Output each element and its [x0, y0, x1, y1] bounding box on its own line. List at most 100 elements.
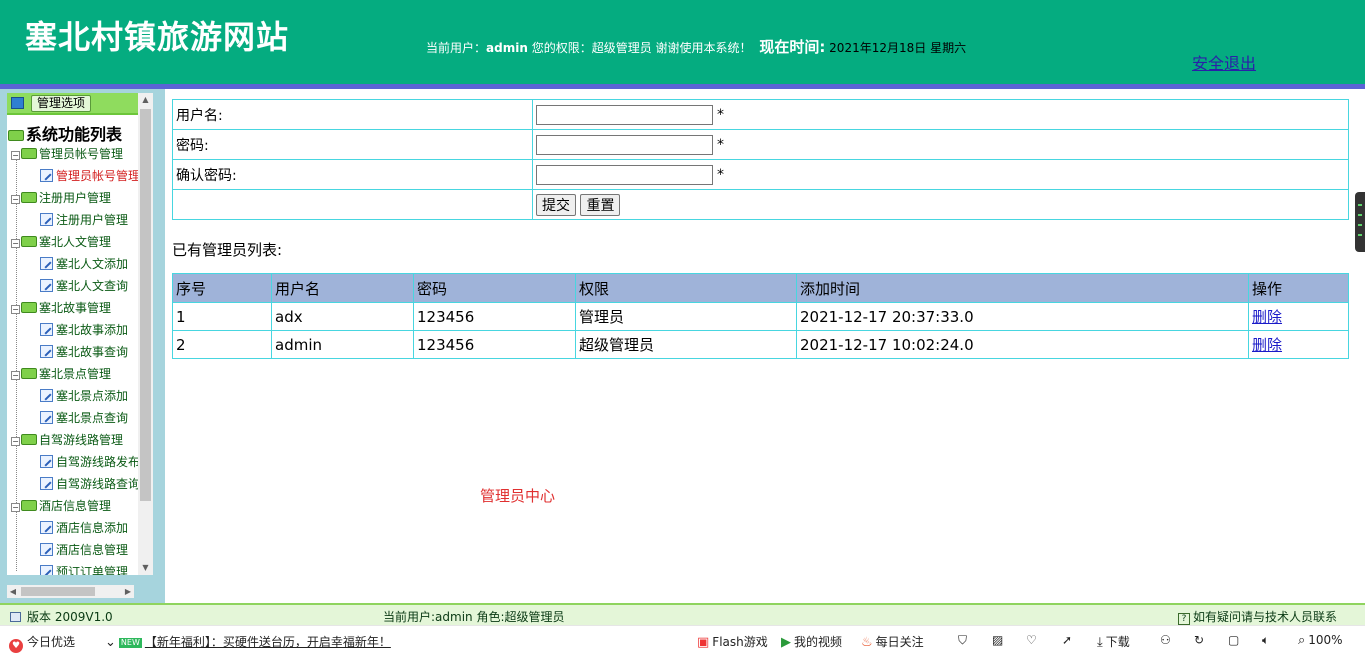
sidebar-horizontal-scrollbar[interactable]: ◀ ▶	[7, 585, 134, 598]
tree-item-story-query[interactable]: 塞北故事查询	[40, 343, 128, 360]
cell-actions: 删除	[1248, 330, 1349, 359]
tree-item-admin-accounts[interactable]: 管理员帐号管理	[40, 167, 138, 184]
rocket-icon[interactable]: ➚	[1062, 633, 1072, 647]
scroll-left-icon[interactable]: ◀	[7, 585, 19, 598]
news-ticker[interactable]: ⌄ NEW 【新年福利】：买硬件送台历，开启幸福新年！	[105, 633, 391, 650]
site-header: 塞北村镇旅游网站 当前用户：admin 您的权限：超级管理员 谢谢使用本系统！ …	[0, 0, 1365, 84]
zoom-value: 100%	[1308, 633, 1343, 647]
cell-password: 123456	[413, 302, 576, 331]
username-label: 用户名:	[172, 99, 533, 130]
refresh-icon[interactable]: ↻	[1194, 633, 1204, 647]
tree-item-registered-users[interactable]: 注册用户管理	[40, 211, 128, 228]
daily-follow[interactable]: ♨ 每日关注	[861, 633, 924, 650]
side-handle[interactable]	[1355, 192, 1365, 252]
status-bar: 版本 2009V1.0 当前用户:admin 角色:超级管理员 ? 如有疑问请与技…	[0, 603, 1365, 625]
folder-icon	[21, 148, 37, 159]
column-header: 序号	[172, 273, 272, 303]
sidebar-vertical-scrollbar[interactable]: ▲ ▼	[138, 93, 153, 575]
tree-item-label: 塞北故事查询	[56, 345, 129, 359]
tree-item-culture-query[interactable]: 塞北人文查询	[40, 277, 128, 294]
cell-username: adx	[271, 302, 414, 331]
chevron-down-icon: ⌄	[105, 635, 116, 650]
username-input[interactable]	[536, 104, 713, 125]
scroll-thumb[interactable]	[140, 109, 151, 501]
table-header-row: 序号 用户名 密码 权限 添加时间 操作	[172, 273, 1349, 303]
window-icon[interactable]: ▢	[1228, 633, 1239, 647]
tree-group-label: 酒店信息管理	[39, 499, 112, 513]
submit-button[interactable]: 提交	[536, 193, 576, 216]
tree-item-label: 注册用户管理	[56, 213, 129, 227]
manage-options-button[interactable]: 管理选项	[31, 95, 92, 112]
tree-item-scenic-add[interactable]: 塞北景点添加	[40, 387, 128, 404]
flash-games[interactable]: ▣ Flash游戏	[697, 633, 768, 650]
sidebar-header: 管理选项	[7, 93, 138, 115]
tree-group-route[interactable]: − 自驾游线路管理	[11, 431, 123, 448]
tree-item-culture-add[interactable]: 塞北人文添加	[40, 255, 128, 272]
scroll-right-icon[interactable]: ▶	[122, 585, 134, 598]
speaker-icon[interactable]: 🔈︎	[1262, 633, 1269, 648]
user-info: 当前用户：admin 您的权限：超级管理员 谢谢使用本系统！ 现在时间: 202…	[426, 36, 966, 57]
required-mark: *	[717, 166, 724, 183]
admin-list-table: 序号 用户名 密码 权限 添加时间 操作 1 adx 123456 管理员 20…	[172, 273, 1349, 359]
password-input[interactable]	[536, 134, 713, 155]
collapse-icon: −	[11, 305, 20, 314]
vr-icon[interactable]: ⚇	[1160, 633, 1171, 647]
sidebar: 管理选项 系统功能列表 − 管理员帐号管理 管理员帐号管理 − 注册用户管理 注册用…	[0, 89, 165, 603]
time-value: 2021年12月18日 星期六	[829, 41, 967, 55]
edit-page-icon	[40, 521, 53, 534]
folder-icon	[21, 500, 37, 511]
delete-link[interactable]: 删除	[1252, 308, 1282, 326]
table-row: 1 adx 123456 管理员 2021-12-17 20:37:33.0 删…	[172, 302, 1349, 331]
edit-page-icon	[40, 477, 53, 490]
version-text: 版本 2009V1.0	[27, 610, 113, 624]
health-icon[interactable]: ♡	[1026, 633, 1037, 647]
image-icon[interactable]: ▨	[992, 633, 1003, 647]
tree-item-story-add[interactable]: 塞北故事添加	[40, 321, 128, 338]
download-button[interactable]: ⤓ 下载	[1097, 633, 1130, 650]
tree-group-culture[interactable]: − 塞北人文管理	[11, 233, 111, 250]
reset-button[interactable]: 重置	[580, 193, 621, 216]
delete-link[interactable]: 删除	[1252, 336, 1282, 354]
main-content: 用户名: * 密码: * 确认密码: * 提交 重置 已有管理员列表: 序号 用…	[165, 89, 1357, 603]
tree-item-label: 自驾游线路发布	[56, 455, 138, 469]
calendar-icon	[11, 97, 24, 109]
tree-item-route-query[interactable]: 自驾游线路查询	[40, 475, 138, 492]
confirm-password-input[interactable]	[536, 164, 713, 185]
tree-group-admin[interactable]: − 管理员帐号管理	[11, 145, 123, 162]
edit-page-icon	[40, 169, 53, 182]
tree-item-scenic-query[interactable]: 塞北景点查询	[40, 409, 128, 426]
zoom-control[interactable]: ⌕ 100%	[1298, 633, 1343, 648]
empty-cell	[172, 189, 533, 220]
scroll-thumb[interactable]	[21, 587, 95, 596]
tree-group-hotel[interactable]: − 酒店信息管理	[11, 497, 111, 514]
scroll-up-icon[interactable]: ▲	[138, 93, 153, 107]
collapse-icon: −	[11, 239, 20, 248]
flash-icon: ▣	[697, 635, 710, 650]
handle-mark	[1358, 214, 1362, 216]
play-icon: ▶	[781, 635, 791, 650]
tree-item-hotel-add[interactable]: 酒店信息添加	[40, 519, 128, 536]
tree-group-users[interactable]: − 注册用户管理	[11, 189, 111, 206]
folder-icon	[8, 130, 24, 141]
tree-item-hotel-manage[interactable]: 酒店信息管理	[40, 541, 128, 558]
folder-icon	[21, 236, 37, 247]
tree-group-scenic[interactable]: − 塞北景点管理	[11, 365, 111, 382]
column-header: 添加时间	[796, 273, 1249, 303]
edit-page-icon	[40, 257, 53, 270]
folder-icon	[21, 302, 37, 313]
shield-icon[interactable]: ⛉	[958, 633, 967, 648]
tree-item-label: 塞北人文查询	[56, 279, 129, 293]
tree-item-label: 自驾游线路查询	[56, 477, 138, 491]
today-picks[interactable]: ♥ 今日优选	[9, 633, 75, 653]
tree-item-route-publish[interactable]: 自驾游线路发布	[40, 453, 138, 470]
cell-permission: 管理员	[575, 302, 797, 331]
edit-page-icon	[40, 543, 53, 556]
folder-icon	[21, 368, 37, 379]
scroll-down-icon[interactable]: ▼	[138, 561, 153, 575]
news-text: 【新年福利】：买硬件送台历，开启幸福新年！	[144, 635, 391, 649]
tree-group-story[interactable]: − 塞北故事管理	[11, 299, 111, 316]
tree-item-booking-manage[interactable]: 预订订单管理	[40, 563, 128, 575]
logout-link[interactable]: 安全退出	[1192, 50, 1256, 74]
my-videos[interactable]: ▶ 我的视频	[781, 633, 842, 650]
video-label: 我的视频	[794, 635, 843, 649]
